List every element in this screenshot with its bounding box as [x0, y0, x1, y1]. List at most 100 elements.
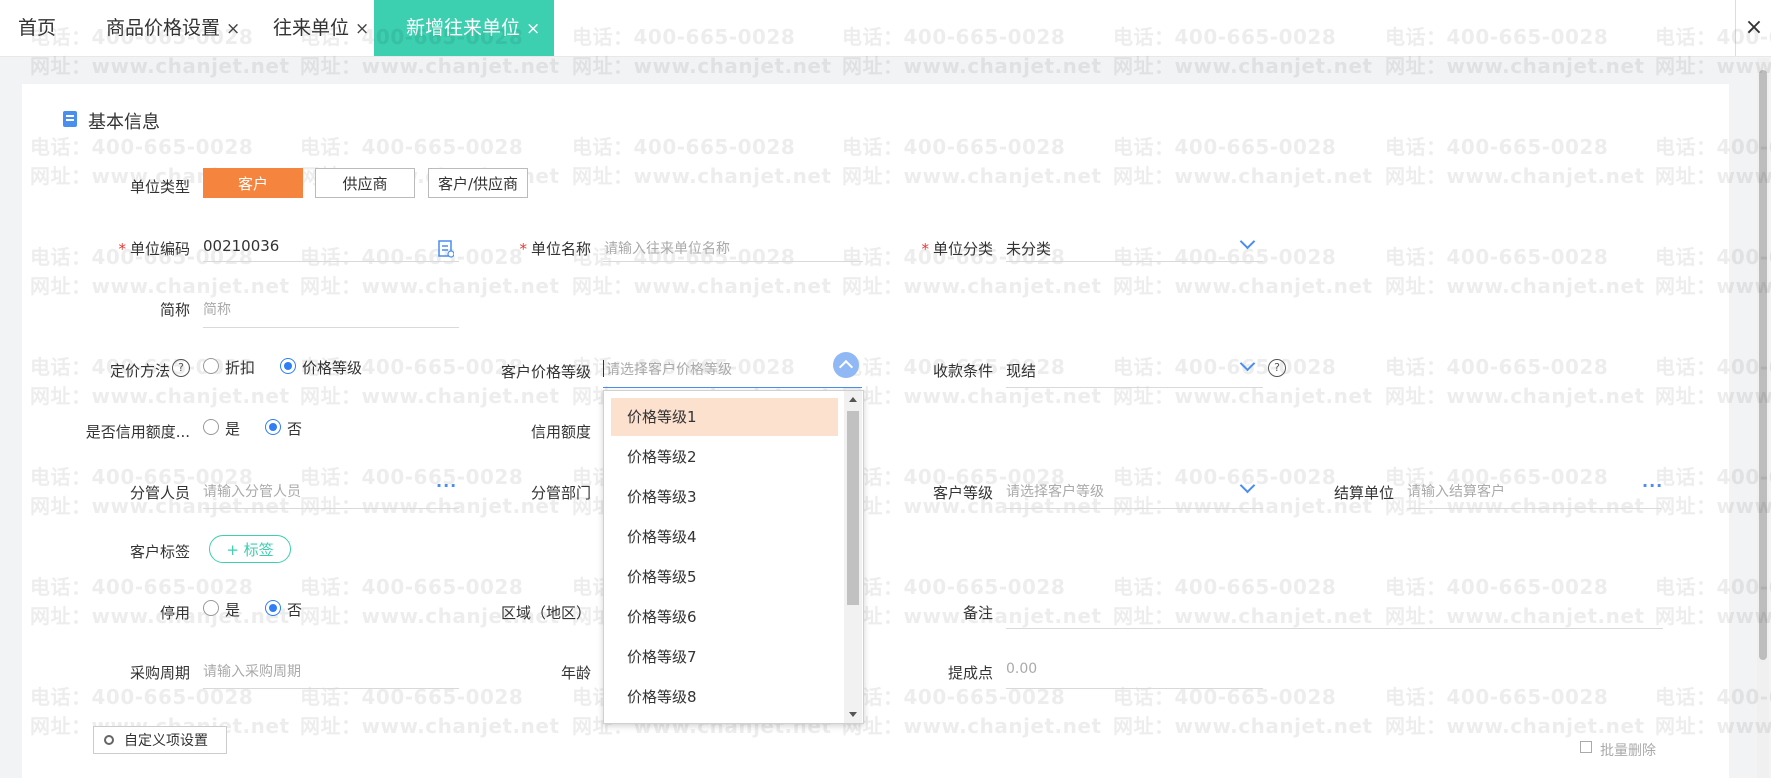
scroll-up-icon[interactable] — [849, 397, 857, 402]
settlement-unit-input[interactable]: 请输入结算客户 — [1407, 481, 1505, 501]
required-mark: * — [118, 240, 126, 258]
unit-type-label: 单位类型 — [129, 178, 190, 196]
unit-code-label: * 单位编码 — [100, 238, 190, 259]
dropdown-option[interactable]: 价格等级8 — [611, 678, 838, 716]
page-scrollbar[interactable] — [1757, 58, 1769, 778]
help-icon[interactable]: ? — [172, 359, 190, 377]
scrollbar-thumb[interactable] — [847, 411, 859, 605]
unit-type-supplier-button[interactable]: 供应商 — [315, 168, 415, 198]
disabled-no-label: 否 — [287, 601, 303, 619]
department-label: 分管部门 — [530, 484, 591, 502]
tab-bar: 首页 商品价格设置 × 往来单位 × 新增往来单位 × — [0, 0, 1771, 57]
age-label: 年龄 — [560, 664, 591, 682]
batch-delete-icon — [1580, 741, 1592, 753]
unit-code-underline — [203, 261, 459, 262]
credit-no-radio[interactable] — [265, 419, 281, 435]
dropdown-option[interactable]: 价格等级6 — [611, 598, 838, 636]
customer-level-label: 客户等级 — [932, 484, 993, 502]
disabled-yes-radio[interactable] — [203, 600, 219, 616]
region-label: 区域（地区） — [500, 604, 591, 622]
short-name-input[interactable]: 简称 — [203, 299, 231, 319]
document-icon — [63, 111, 77, 127]
scrollbar-thumb[interactable] — [1759, 70, 1767, 660]
purchase-cycle-label: 采购周期 — [129, 664, 190, 682]
dropdown-option[interactable]: 价格等级3 — [611, 478, 838, 516]
dropdown-option[interactable]: 价格等级5 — [611, 558, 838, 596]
disabled-label: 停用 — [159, 604, 190, 622]
credit-limit-enabled-label: 是否信用额度... — [85, 423, 190, 441]
dropdown-option[interactable]: 价格等级7 — [611, 638, 838, 676]
dropdown-scrollbar[interactable] — [844, 391, 862, 723]
batch-delete-button[interactable]: 批量删除 — [1600, 740, 1656, 760]
more-icon[interactable]: ··· — [1642, 476, 1663, 495]
unit-category-underline — [1006, 261, 1263, 262]
payment-terms-select[interactable]: 现结 — [1006, 360, 1036, 381]
close-icon[interactable]: × — [355, 19, 369, 39]
close-window-icon[interactable]: × — [1735, 0, 1771, 56]
unit-name-label-text: 单位名称 — [530, 240, 591, 258]
unit-type-both-button[interactable]: 客户/供应商 — [428, 168, 528, 198]
manager-input[interactable]: 请输入分管人员 — [203, 481, 301, 501]
dropdown-option[interactable]: 价格等级2 — [611, 438, 838, 476]
settlement-unit-underline — [1407, 508, 1661, 509]
tab-home[interactable]: 首页 — [18, 0, 56, 56]
manager-underline — [203, 508, 459, 509]
purchase-cycle-input[interactable]: 请输入采购周期 — [203, 661, 301, 681]
tab-new-business-unit[interactable]: 新增往来单位 × — [374, 0, 555, 56]
unit-code-field[interactable]: 00210036 — [203, 237, 279, 255]
close-icon[interactable]: × — [526, 19, 540, 39]
pricing-price-level-radio[interactable] — [280, 358, 296, 374]
required-mark: * — [519, 240, 527, 258]
tab-label: 往来单位 — [273, 17, 350, 39]
short-name-label: 简称 — [159, 301, 190, 319]
customer-price-level-underline — [603, 387, 862, 388]
credit-yes-radio[interactable] — [203, 419, 219, 435]
close-icon[interactable]: × — [226, 19, 240, 39]
gear-icon — [104, 735, 114, 745]
unit-name-input[interactable]: 请输入往来单位名称 — [604, 238, 730, 258]
customer-tag-label: 客户标签 — [129, 543, 190, 561]
payment-terms-underline — [1006, 387, 1263, 388]
chevron-up-icon[interactable] — [833, 352, 859, 378]
add-tag-button[interactable]: + 标签 — [209, 535, 291, 563]
dropdown-option[interactable]: 价格等级1 — [611, 398, 838, 436]
commission-label: 提成点 — [947, 664, 993, 682]
unit-type-customer-button[interactable]: 客户 — [203, 168, 303, 198]
price-level-dropdown[interactable]: 价格等级1 价格等级2 价格等级3 价格等级4 价格等级5 价格等级6 价格等级… — [603, 390, 864, 724]
purchase-cycle-underline — [203, 688, 459, 689]
unit-category-label: * 单位分类 — [900, 238, 993, 259]
tab-label: 商品价格设置 — [106, 17, 221, 39]
customer-price-level-label: 客户价格等级 — [500, 363, 591, 381]
custom-fields-button[interactable]: 自定义项设置 — [93, 726, 227, 754]
disabled-no-radio[interactable] — [265, 600, 281, 616]
customer-price-level-input[interactable]: 请选择客户价格等级 — [606, 359, 732, 379]
unit-category-select[interactable]: 未分类 — [1006, 238, 1051, 259]
more-icon[interactable]: ··· — [436, 476, 457, 495]
help-icon[interactable]: ? — [1268, 359, 1286, 377]
customer-level-underline — [1006, 508, 1263, 509]
tab-label: 首页 — [18, 17, 57, 39]
customer-level-select[interactable]: 请选择客户等级 — [1006, 481, 1104, 501]
scroll-down-icon[interactable] — [849, 712, 857, 717]
tab-business-units[interactable]: 往来单位 × — [273, 0, 369, 56]
short-name-underline — [203, 327, 459, 328]
required-mark: * — [921, 240, 929, 258]
pricing-price-level-label: 价格等级 — [302, 359, 363, 377]
pricing-discount-label: 折扣 — [225, 359, 256, 377]
pricing-method-label: 定价方法 — [109, 362, 170, 380]
commission-underline — [1006, 688, 1263, 689]
unit-name-label: * 单位名称 — [500, 238, 591, 259]
unit-category-label-text: 单位分类 — [932, 240, 993, 258]
credit-no-label: 否 — [287, 420, 303, 438]
tab-label: 新增往来单位 — [406, 17, 521, 39]
remark-label: 备注 — [962, 604, 993, 622]
commission-input[interactable]: 0.00 — [1006, 661, 1037, 677]
tab-product-price-settings[interactable]: 商品价格设置 × — [106, 0, 240, 56]
pricing-discount-radio[interactable] — [203, 358, 219, 374]
disabled-yes-label: 是 — [225, 601, 241, 619]
remark-underline — [1006, 628, 1663, 629]
credit-limit-label: 信用额度 — [530, 423, 591, 441]
dropdown-option[interactable]: 价格等级4 — [611, 518, 838, 556]
custom-fields-label: 自定义项设置 — [124, 733, 208, 749]
generate-code-icon[interactable] — [438, 240, 454, 258]
